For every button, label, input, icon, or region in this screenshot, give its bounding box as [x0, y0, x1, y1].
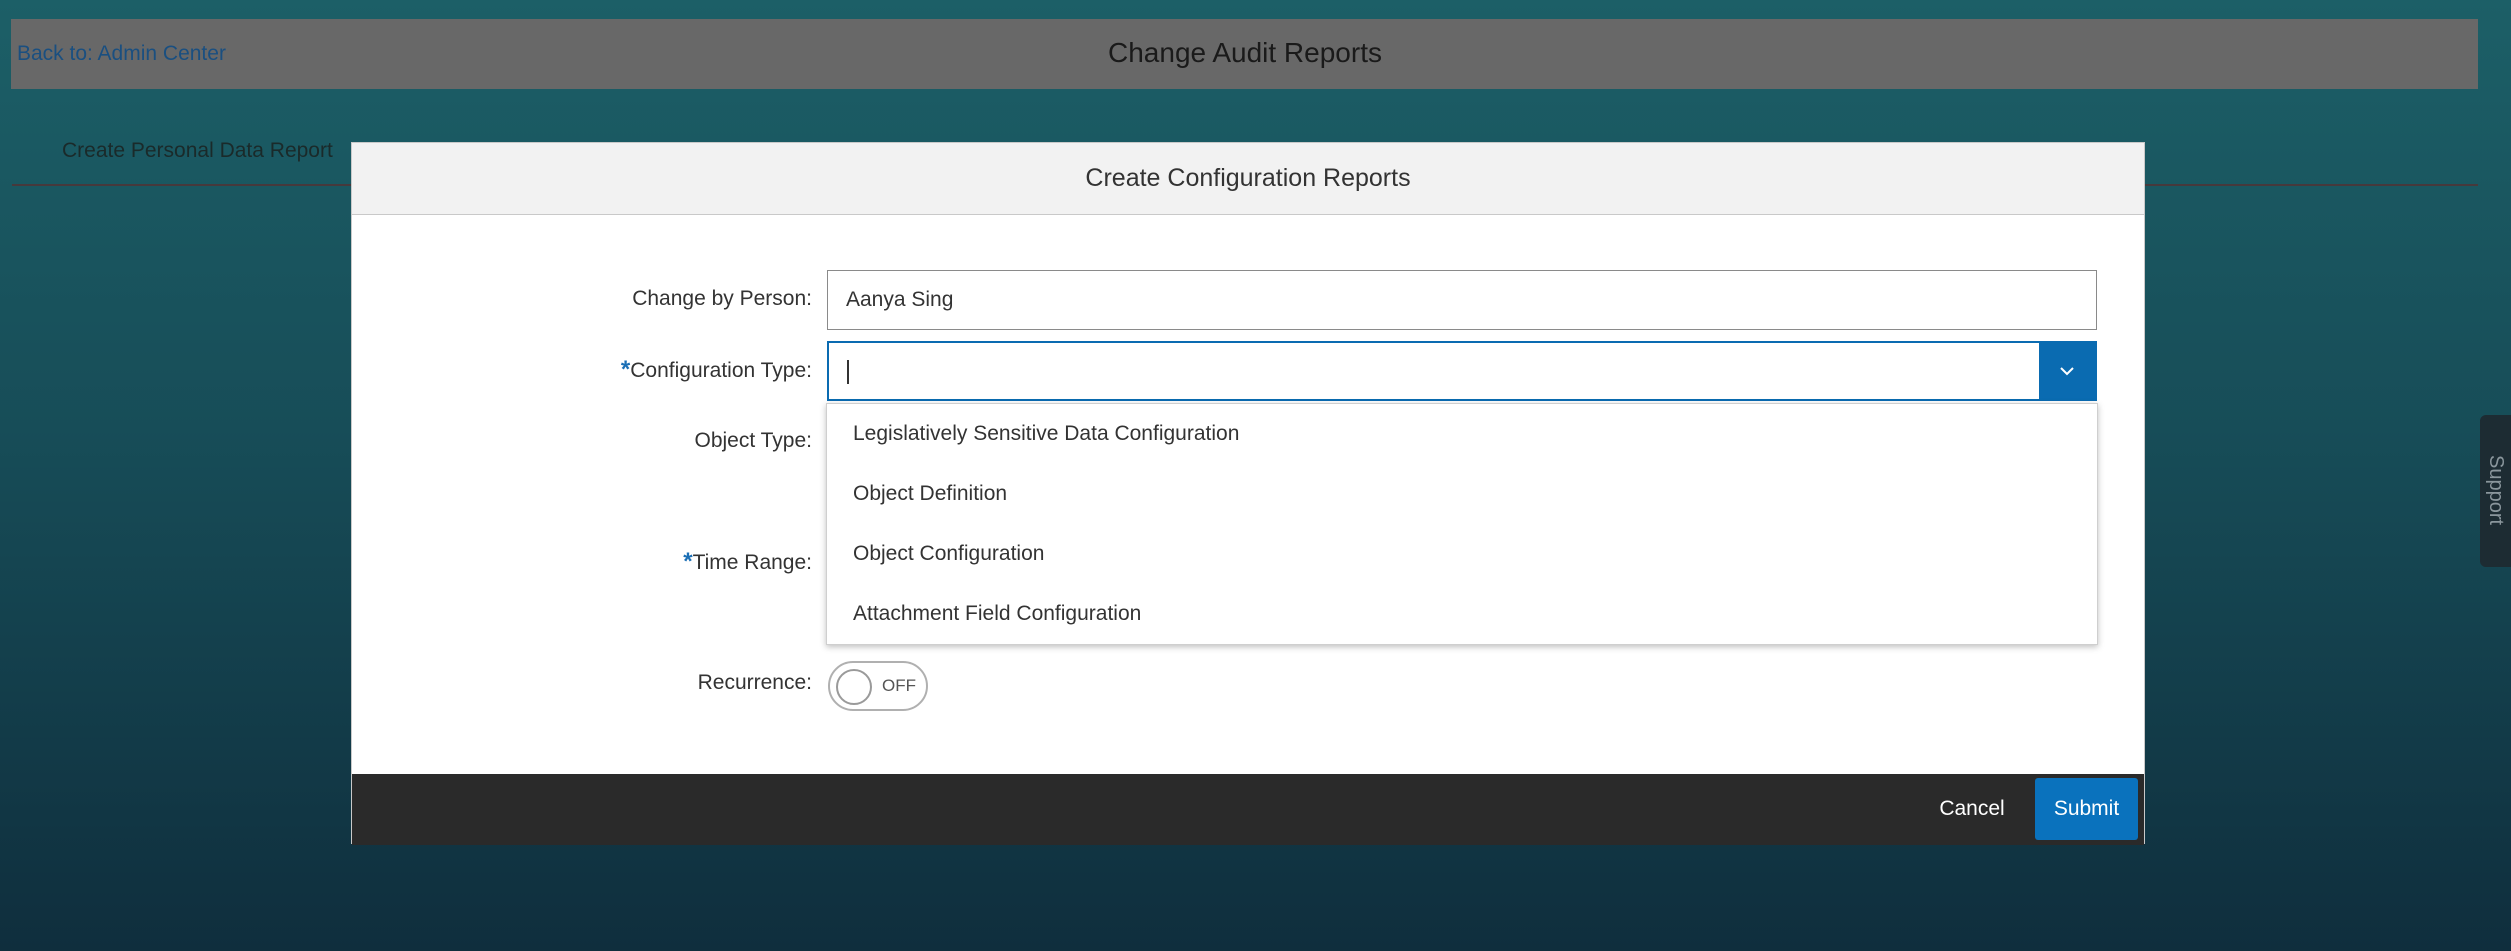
dropdown-option-object-configuration[interactable]: Object Configuration [827, 524, 2097, 584]
configuration-type-dropdown-button[interactable] [2039, 343, 2095, 399]
required-indicator: * [620, 356, 631, 383]
dropdown-option-attachment-field-configuration[interactable]: Attachment Field Configuration [827, 584, 2097, 644]
change-by-person-input[interactable] [827, 270, 2097, 330]
chevron-down-icon [2060, 367, 2074, 376]
configuration-type-label-group: *Configuration Type: [352, 356, 812, 384]
create-configuration-reports-dialog: Create Configuration Reports Change by P… [351, 142, 2145, 845]
recurrence-label: Recurrence: [697, 671, 812, 694]
page-title: Change Audit Reports [1108, 37, 1382, 68]
dialog-header: Create Configuration Reports [352, 143, 2144, 215]
time-range-label-group: *Time Range: [352, 548, 812, 576]
toggle-state-label: OFF [882, 676, 916, 695]
configuration-type-dropdown-list: Legislatively Sensitive Data Configurati… [826, 403, 2098, 645]
tab-create-personal-data-report[interactable]: Create Personal Data Report [62, 139, 333, 163]
support-tab[interactable]: Support [2480, 415, 2511, 567]
configuration-type-combobox[interactable] [827, 341, 2097, 401]
toggle-knob [836, 669, 872, 705]
dropdown-option-object-definition[interactable]: Object Definition [827, 464, 2097, 524]
change-by-person-label: Change by Person: [632, 287, 812, 310]
required-indicator: * [683, 548, 693, 575]
time-range-label: Time Range: [692, 551, 812, 574]
dropdown-option-legislatively-sensitive-data-configuration[interactable]: Legislatively Sensitive Data Configurati… [827, 404, 2097, 464]
recurrence-toggle[interactable]: OFF [828, 661, 928, 711]
configuration-type-label: Configuration Type: [630, 359, 812, 382]
support-tab-label: Support [2485, 455, 2507, 526]
configuration-type-input[interactable] [829, 343, 2039, 399]
text-cursor [847, 360, 849, 384]
cancel-button[interactable]: Cancel [1917, 778, 2027, 840]
dialog-footer: Cancel Submit [352, 774, 2144, 845]
submit-button[interactable]: Submit [2035, 778, 2138, 840]
object-type-label: Object Type: [694, 429, 812, 452]
dialog-title: Create Configuration Reports [1085, 164, 1411, 192]
